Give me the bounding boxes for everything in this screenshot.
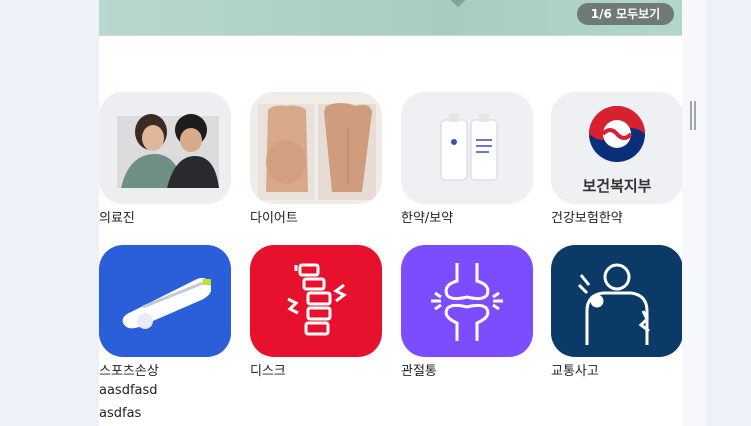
category-label: 다이어트 xyxy=(250,211,298,226)
category-label: 디스크 xyxy=(250,364,286,379)
traffic-accident-icon xyxy=(551,245,682,357)
category-label: 의료진 xyxy=(99,211,135,226)
extra-text-line: asdfas xyxy=(99,406,142,421)
herbal-medicine-pouch xyxy=(401,92,533,204)
banner[interactable]: 1/6 모두보기 xyxy=(99,0,682,36)
extra-text-line: aasdfasd xyxy=(99,383,158,398)
category-disc[interactable]: 디스크 xyxy=(250,245,382,379)
category-label: 한약/보약 xyxy=(401,211,454,226)
spine-disc-icon xyxy=(250,245,382,357)
health-ministry-logo: 보건복지부 xyxy=(551,92,682,204)
joint-pain-icon xyxy=(401,245,533,357)
category-medical-staff[interactable]: 의료진 xyxy=(99,92,231,226)
sports-injury-device-icon xyxy=(99,245,231,357)
logo-text: 보건복지부 xyxy=(582,177,652,195)
medical-staff-photo xyxy=(99,92,231,204)
right-side-panel xyxy=(682,0,706,426)
scroll-handle[interactable] xyxy=(690,101,696,130)
main-content: 1/6 모두보기 의료진 다이어트 한약/보약 보건복지부 건강보험한약 스포츠… xyxy=(99,0,682,426)
diet-body-photo xyxy=(250,92,382,204)
category-sports-injury[interactable]: 스포츠손상 xyxy=(99,245,231,379)
category-label: 관절통 xyxy=(401,364,437,379)
banner-pager-button[interactable]: 1/6 모두보기 xyxy=(577,3,674,25)
category-label: 건강보험한약 xyxy=(551,211,623,226)
category-health-insurance-herbal[interactable]: 보건복지부 건강보험한약 xyxy=(551,92,682,226)
category-traffic-accident[interactable]: 교통사고 xyxy=(551,245,682,379)
banner-indicator xyxy=(449,0,467,8)
category-herbal-medicine[interactable]: 한약/보약 xyxy=(401,92,533,226)
category-joint-pain[interactable]: 관절통 xyxy=(401,245,533,379)
category-diet[interactable]: 다이어트 xyxy=(250,92,382,226)
category-label: 교통사고 xyxy=(551,364,599,379)
category-label: 스포츠손상 xyxy=(99,364,159,379)
